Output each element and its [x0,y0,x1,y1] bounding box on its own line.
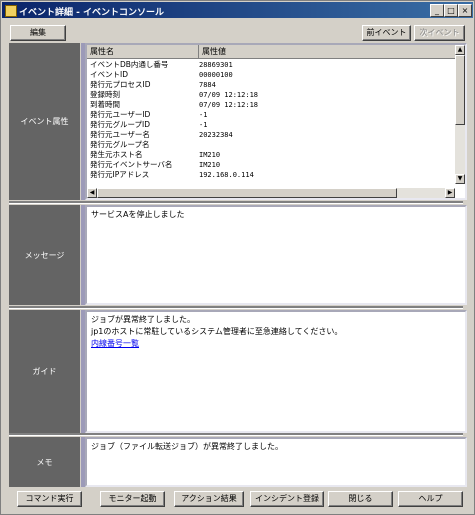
attribute-row[interactable]: 発生元ホスト名 IM210 [87,150,455,160]
attributes-table[interactable]: 属性名 属性値 イベントDB内通し番号 28869301 イベントID 000001… [85,43,467,200]
scroll-down-arrow-icon[interactable]: ▼ [455,174,465,184]
column-header-name[interactable]: 属性名 [87,45,199,58]
attribute-row[interactable]: イベントID 00000100 [87,70,455,80]
memo-section-label: メモ [9,437,80,487]
message-text-area[interactable]: サービスAを停止しました [85,205,467,305]
horizontal-scrollbar[interactable]: ◀ ▶ [87,188,455,198]
scroll-right-arrow-icon[interactable]: ▶ [445,188,455,198]
guide-section-label: ガイド [9,310,80,433]
attribute-row[interactable]: 発行元ユーザーID -1 [87,110,455,120]
attributes-section-label: イベント属性 [9,43,80,200]
window-title: イベント詳細 - イベントコンソール [19,8,165,18]
memo-label-text: メモ [36,457,53,467]
attribute-row[interactable]: イベントDB内通し番号 28869301 [87,60,455,70]
close-window-button[interactable]: × [458,4,472,17]
guide-text-area[interactable]: ジョブが異常終了しました。 jp1のホストに常駐しているシステム管理者に至急連絡… [85,310,467,433]
maximize-button[interactable]: □ [444,4,458,17]
attribute-row[interactable]: 発行元グループ名 [87,140,455,150]
vertical-scroll-thumb[interactable] [455,55,465,125]
message-section-label: メッセージ [9,205,80,305]
prev-event-button[interactable]: 前イベント [362,25,411,41]
section-divider [9,433,463,436]
attribute-row[interactable]: 到着時間 07/09 12:12:18 [87,100,455,110]
event-detail-window: イベント詳細 - イベントコンソール _ □ × 編集 前イベント 次イベント … [0,0,475,515]
command-exec-button[interactable]: コマンド実行 [17,491,82,507]
incident-register-button[interactable]: インシデント登録 [250,491,324,507]
extension-list-link[interactable]: 内線番号一覧 [91,338,139,349]
column-header-value[interactable]: 属性値 [199,45,455,58]
vertical-scrollbar[interactable]: ▲ ▼ [455,45,465,184]
section-divider [9,201,463,204]
action-result-button[interactable]: アクション結果 [174,491,244,507]
help-button[interactable]: ヘルプ [398,491,463,507]
section-divider [9,306,463,309]
attributes-label-text: イベント属性 [20,117,69,126]
title-bar[interactable]: イベント詳細 - イベントコンソール _ □ × [2,2,473,18]
attribute-row[interactable]: 発行元IPアドレス 192.168.0.114 [87,170,455,180]
attribute-row[interactable]: 登録時刻 07/09 12:12:18 [87,90,455,100]
app-icon [5,5,17,17]
minimize-button[interactable]: _ [430,4,444,17]
guide-label-text: ガイド [32,367,57,376]
message-text: サービスAを停止しました [91,210,185,219]
guide-line-1: ジョブが異常終了しました。 [91,315,195,324]
close-button[interactable]: 閉じる [328,491,393,507]
attribute-row[interactable]: 発行元プロセスID 7884 [87,80,455,90]
message-label-text: メッセージ [24,250,65,260]
attribute-row[interactable]: 発行元グループID -1 [87,120,455,130]
horizontal-scroll-thumb[interactable] [97,188,397,198]
guide-line-2: jp1のホストに常駐しているシステム管理者に至急連絡してください。 [91,327,343,336]
scroll-left-arrow-icon[interactable]: ◀ [87,188,97,198]
scroll-up-arrow-icon[interactable]: ▲ [455,45,465,55]
monitor-launch-button[interactable]: モニター起動 [100,491,165,507]
memo-text: ジョブ（ファイル転送ジョブ）が異常終了しました。 [91,442,283,451]
edit-button[interactable]: 編集 [10,25,66,41]
attribute-row[interactable]: 発行元ユーザー名 20232384 [87,130,455,140]
next-event-button[interactable]: 次イベント [414,25,465,41]
attribute-row[interactable]: 発行元イベントサーバ名 IM210 [87,160,455,170]
memo-text-area[interactable]: ジョブ（ファイル転送ジョブ）が異常終了しました。 [85,437,467,487]
attributes-table-header: 属性名 属性値 [87,45,455,59]
